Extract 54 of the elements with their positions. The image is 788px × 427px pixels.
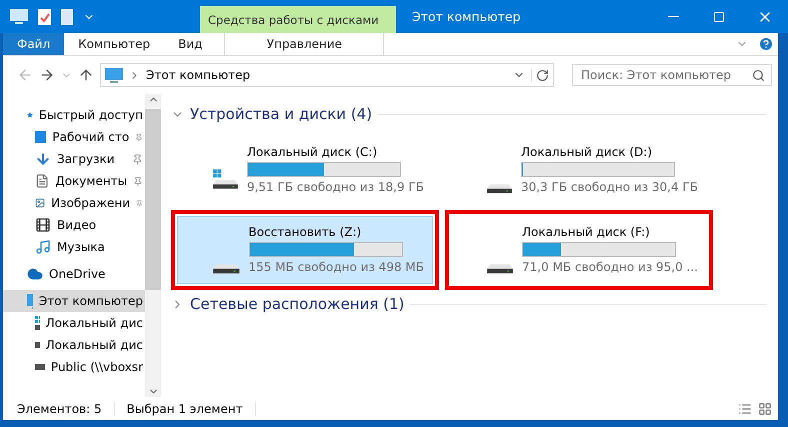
maximize-icon	[713, 10, 725, 22]
sidebar-item[interactable]: Этот компьютер	[3, 290, 145, 312]
drive-tile[interactable]: Восстановить (Z:) 155 МБ свободно из 498 МБ	[177, 216, 433, 284]
tiles-view-icon[interactable]	[758, 402, 772, 416]
film-icon	[35, 217, 51, 233]
section-title[interactable]: Сетевые расположения (1)	[190, 295, 404, 313]
sidebar-item[interactable]: Документы	[3, 170, 145, 192]
sidebar-item[interactable]: Рабочий сто	[3, 126, 145, 148]
address-bar[interactable]: Этот компьютер	[100, 63, 554, 87]
search-field[interactable]: Поиск: Этот компьютер	[572, 64, 772, 86]
search-icon	[752, 68, 765, 82]
context-tab-header: Средства работы с дисками	[200, 6, 396, 33]
drive-space: 30,3 ГБ свободно из 30,4 ГБ	[520, 180, 698, 194]
checklist-icon	[38, 8, 51, 24]
drive-tile[interactable]: Локальный диск (F:) 71,0 МБ свободно из 95,0 ...	[451, 216, 707, 284]
scroll-thumb[interactable]	[145, 109, 161, 290]
drive-space: 71,0 МБ свободно из 95,0 ...	[522, 260, 698, 274]
drive-space: 155 МБ свободно из 498 МБ	[248, 260, 424, 274]
selection-status: Выбран 1 элемент	[126, 402, 243, 416]
drive-name: Локальный диск (D:)	[520, 144, 654, 158]
window-title: Этот компьютер	[411, 8, 522, 26]
sidebar-item[interactable]: Видео	[3, 214, 145, 236]
sidebar-item[interactable]: Изображени	[3, 192, 145, 214]
drive-name: Локальный диск (C:)	[246, 144, 378, 158]
sidebar-item[interactable]: Загрузки	[3, 148, 145, 170]
sidebar-item[interactable]: Быстрый доступ	[3, 104, 145, 126]
document-icon	[35, 173, 50, 189]
drive-name: Восстановить (Z:)	[248, 224, 362, 238]
blank-page-icon	[61, 8, 73, 24]
scrollbar[interactable]	[145, 94, 161, 397]
up-icon[interactable]	[78, 67, 94, 83]
help-icon[interactable]	[758, 36, 774, 52]
sidebar-item[interactable]: OneDrive	[3, 263, 145, 285]
drive-tile[interactable]: Локальный диск (D:) 30,3 ГБ свободно из 30,4 ГБ	[451, 136, 707, 204]
address-path: Этот компьютер	[146, 68, 252, 82]
download-icon	[35, 151, 51, 167]
item-count: Элементов: 5	[17, 402, 102, 416]
cloud-icon	[27, 266, 43, 282]
windows-drive-icon	[35, 316, 40, 330]
ribbon-tab[interactable]: Файл	[3, 33, 64, 55]
section-title[interactable]: Устройства и диски (4)	[190, 105, 372, 123]
details-view-icon[interactable]	[738, 402, 752, 416]
ribbon-tab[interactable]: Управление	[224, 33, 384, 55]
sidebar-item[interactable]: Локальный дис	[3, 312, 145, 334]
forward-icon[interactable]	[39, 67, 55, 83]
drive-name: Локальный диск (F:)	[522, 224, 651, 238]
drive-space: 9,51 ГБ свободно из 18,9 ГБ	[246, 180, 424, 194]
drive-tile[interactable]: Локальный диск (C:) 9,51 ГБ свободно из 18,9 ГБ	[177, 136, 433, 204]
minimize-icon	[668, 16, 678, 17]
sidebar-item[interactable]: Локальный дис	[3, 334, 145, 356]
sidebar-item[interactable]: Музыка	[3, 236, 145, 258]
sidebar-item[interactable]: Public (\\vboxsr	[3, 356, 145, 378]
desktop-icon	[35, 131, 46, 143]
music-icon	[35, 239, 51, 255]
